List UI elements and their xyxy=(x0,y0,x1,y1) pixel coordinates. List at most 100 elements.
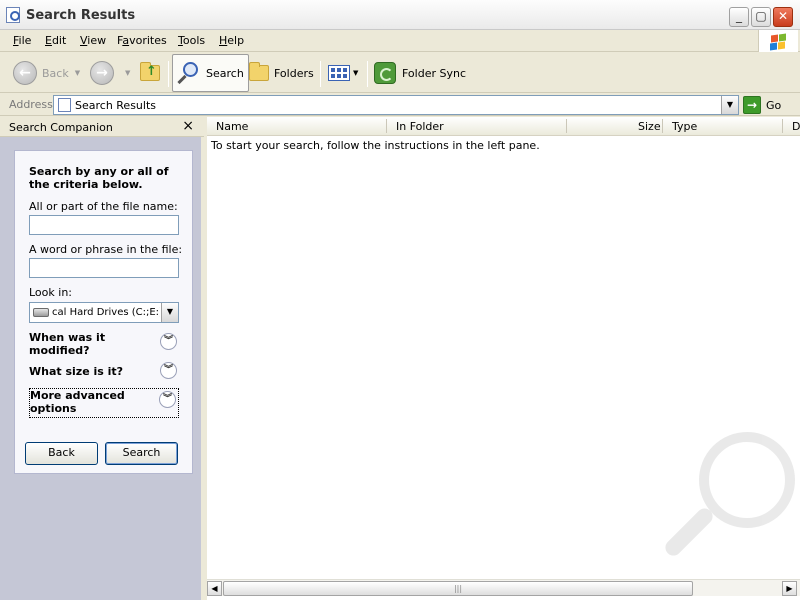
menu-view[interactable]: View xyxy=(80,34,106,47)
logo-red-icon xyxy=(771,34,778,43)
menu-favorites[interactable]: Favorites xyxy=(117,34,167,47)
toolbar: ← Back ▼ → ▼ ↑ Search Folders ▼ Folder S… xyxy=(0,53,800,93)
hard-drive-icon xyxy=(33,308,49,317)
window-title: Search Results xyxy=(26,8,136,23)
results-list-view[interactable]: Name In Folder Size Type D To start your… xyxy=(207,117,800,600)
scroll-right-icon[interactable]: ▶ xyxy=(782,581,797,596)
column-divider[interactable] xyxy=(782,119,783,133)
search-watermark-icon xyxy=(649,432,799,582)
column-name[interactable]: Name xyxy=(216,120,248,133)
column-in-folder[interactable]: In Folder xyxy=(396,120,444,133)
more-options-expander[interactable]: More advanced options ︾ xyxy=(29,388,179,418)
title-bar[interactable]: Search Results _ ▢ ✕ xyxy=(0,0,800,30)
column-headers: Name In Folder Size Type D xyxy=(207,117,800,136)
watermark-lens-icon xyxy=(699,432,795,528)
search-button[interactable]: Search xyxy=(105,442,178,465)
views-dropdown-icon[interactable]: ▼ xyxy=(353,69,358,77)
look-in-value: cal Hard Drives (C:;E:) xyxy=(52,307,160,318)
close-pane-icon[interactable]: × xyxy=(182,118,194,134)
expand-chevron-icon[interactable]: ︾ xyxy=(159,391,176,408)
forward-toolbar-button[interactable]: → ▼ xyxy=(90,59,130,87)
menu-tools-label: ools xyxy=(182,34,206,47)
menu-edit[interactable]: Edit xyxy=(45,34,66,47)
scrollbar-thumb[interactable]: ||| xyxy=(223,581,693,596)
back-toolbar-button[interactable]: ← Back ▼ xyxy=(13,59,80,87)
menu-help[interactable]: Help xyxy=(219,34,244,47)
scroll-left-icon[interactable]: ◀ xyxy=(207,581,222,596)
up-folder-icon: ↑ xyxy=(140,62,160,81)
go-label: Go xyxy=(766,98,782,112)
search-criteria-heading: Search by any or all of the criteria bel… xyxy=(29,165,169,191)
what-size-expander[interactable]: What size is it? ︾ xyxy=(29,362,179,379)
look-in-select[interactable]: cal Hard Drives (C:;E:) ▼ xyxy=(29,302,179,323)
address-field[interactable]: Search Results ▼ xyxy=(53,95,739,115)
column-type[interactable]: Type xyxy=(672,120,697,133)
what-size-label: What size is it? xyxy=(29,365,124,378)
column-divider[interactable] xyxy=(566,119,567,133)
expand-chevron-icon[interactable]: ︾ xyxy=(160,333,177,350)
more-options-label: More advanced options xyxy=(30,389,125,415)
address-dropdown-icon[interactable]: ▼ xyxy=(721,96,738,114)
search-results-page-icon xyxy=(58,98,71,112)
search-companion-pane: Search Companion × Search by any or all … xyxy=(0,117,204,600)
menu-tools[interactable]: Tools xyxy=(178,34,205,47)
back-arrow-icon: ← xyxy=(13,61,37,85)
go-button[interactable]: → Go xyxy=(743,96,781,114)
folders-toolbar-button[interactable]: Folders xyxy=(249,59,314,87)
column-divider[interactable] xyxy=(386,119,387,133)
menu-edit-mnemonic: E xyxy=(45,34,52,47)
folders-toolbar-label: Folders xyxy=(274,66,314,80)
look-in-label: Look in: xyxy=(29,286,72,299)
forward-arrow-icon: → xyxy=(90,61,114,85)
address-bar: Address Search Results ▼ → Go xyxy=(0,94,800,116)
search-button-label: Search xyxy=(122,446,161,459)
maximize-button[interactable]: ▢ xyxy=(751,7,771,27)
search-magnifier-icon xyxy=(177,61,201,85)
look-in-dropdown-icon[interactable]: ▼ xyxy=(161,303,178,322)
column-divider[interactable] xyxy=(662,119,663,133)
explorer-window: Search Results _ ▢ ✕ File Edit View Favo… xyxy=(0,0,800,600)
expand-chevron-icon[interactable]: ︾ xyxy=(160,362,177,379)
back-toolbar-label: Back xyxy=(42,66,69,80)
menu-favorites-label: vorites xyxy=(129,34,167,47)
menu-edit-label: dit xyxy=(51,34,67,47)
menu-help-label: elp xyxy=(227,34,245,47)
search-toolbar-button[interactable]: Search xyxy=(172,54,249,92)
windows-logo-icon xyxy=(758,30,798,52)
address-label: Address xyxy=(9,98,53,111)
phrase-label: A word or phrase in the file: xyxy=(29,243,183,256)
watermark-handle-icon xyxy=(662,505,716,559)
logo-green-icon xyxy=(779,33,786,42)
search-companion-title: Search Companion xyxy=(9,121,113,134)
close-button[interactable]: ✕ xyxy=(773,7,793,27)
file-name-input[interactable] xyxy=(29,215,179,235)
toolbar-separator xyxy=(168,61,169,87)
logo-yellow-icon xyxy=(778,41,785,50)
search-criteria-panel: Search by any or all of the criteria bel… xyxy=(14,150,193,474)
toolbar-separator xyxy=(320,61,321,87)
folder-sync-icon xyxy=(374,62,396,84)
views-toolbar-button[interactable]: ▼ xyxy=(328,59,358,87)
horizontal-scrollbar[interactable]: ◀ ||| ▶ xyxy=(207,579,800,596)
folder-sync-button[interactable]: Folder Sync xyxy=(374,59,466,87)
search-results-app-icon[interactable] xyxy=(6,7,20,23)
column-date[interactable]: D xyxy=(792,120,800,133)
forward-history-dropdown-icon[interactable]: ▼ xyxy=(125,69,130,77)
phrase-input[interactable] xyxy=(29,258,179,278)
views-icon xyxy=(328,65,350,81)
minimize-button[interactable]: _ xyxy=(729,7,749,27)
toolbar-separator xyxy=(367,61,368,87)
when-modified-expander[interactable]: When was it modified? ︾ xyxy=(29,331,179,357)
address-value: Search Results xyxy=(75,99,157,112)
back-history-dropdown-icon[interactable]: ▼ xyxy=(75,69,80,77)
back-button[interactable]: Back xyxy=(25,442,98,465)
empty-results-message: To start your search, follow the instruc… xyxy=(211,139,540,152)
menu-file[interactable]: File xyxy=(13,34,31,47)
back-button-label: Back xyxy=(48,446,75,459)
go-arrow-icon: → xyxy=(743,96,761,114)
menu-file-label: ile xyxy=(18,34,32,47)
search-toolbar-label: Search xyxy=(206,66,244,80)
folders-icon xyxy=(249,62,269,81)
up-folder-button[interactable]: ↑ xyxy=(140,59,160,87)
column-size[interactable]: Size xyxy=(638,120,661,133)
